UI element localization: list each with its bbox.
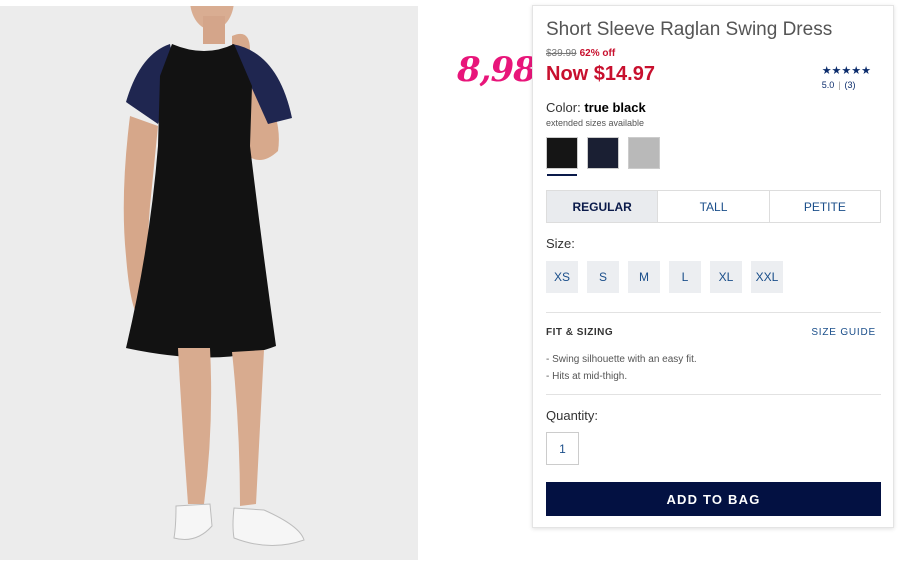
rating-score: 5.0 [821, 80, 835, 90]
tab-tall[interactable]: TALL [658, 191, 770, 222]
fit-bullets: - Swing silhouette with an easy fit. - H… [546, 351, 697, 385]
original-price: $39.99 [546, 48, 577, 59]
size-button-xxl[interactable]: XXL [751, 261, 783, 293]
tab-petite[interactable]: PETITE [770, 191, 880, 222]
review-count-link[interactable]: (3) [845, 80, 856, 90]
size-button-m[interactable]: M [628, 261, 660, 293]
color-label-text: Color: [546, 100, 581, 115]
sale-price: Now $14.97 [546, 63, 655, 85]
fit-sizing-heading: FIT & SIZING [546, 327, 614, 338]
selected-color-name: true black [584, 100, 646, 115]
rating-stars-icon: ★★★★★ [821, 65, 871, 77]
color-label: Color: true black [546, 100, 646, 115]
fit-bullet: - Hits at mid-thigh. [546, 371, 628, 382]
rating-summary[interactable]: ★★★★★ 5.0 | (3) [822, 64, 871, 90]
extended-sizes-note: extended sizes available [546, 118, 645, 128]
product-image [0, 6, 418, 560]
size-guide-link[interactable]: SIZE GUIDE [811, 327, 876, 338]
divider [546, 312, 881, 313]
quantity-label: Quantity: [546, 408, 599, 423]
add-to-bag-button[interactable]: ADD TO BAG [546, 482, 881, 516]
original-price-line: $39.99 62% off [546, 48, 615, 59]
swatch-navy[interactable] [587, 137, 619, 169]
size-options: XS S M L XL XXL [546, 261, 783, 293]
swatch-true-black[interactable] [546, 137, 578, 176]
divider [546, 394, 881, 395]
discount-badge: 62% off [579, 48, 616, 59]
fit-type-tabs: REGULAR TALL PETITE [546, 190, 881, 223]
size-button-s[interactable]: S [587, 261, 619, 293]
swatch-heather-grey[interactable] [628, 137, 660, 169]
dress-model-illustration [0, 6, 418, 560]
tab-regular[interactable]: REGULAR [547, 191, 659, 222]
color-swatches [546, 137, 660, 176]
rating-line: 5.0 | (3) [822, 80, 871, 90]
product-title: Short Sleeve Raglan Swing Dress [546, 19, 833, 40]
size-button-xl[interactable]: XL [710, 261, 742, 293]
size-button-l[interactable]: L [669, 261, 701, 293]
fit-bullet: - Swing silhouette with an easy fit. [546, 354, 697, 365]
size-button-xs[interactable]: XS [546, 261, 578, 293]
product-detail-panel: Short Sleeve Raglan Swing Dress $39.99 62… [532, 5, 894, 528]
rating-separator: | [838, 80, 841, 90]
quantity-input[interactable]: 1 [546, 432, 579, 465]
size-label: Size: [546, 236, 575, 251]
handwritten-price-annotation: 8,98 [457, 50, 537, 90]
